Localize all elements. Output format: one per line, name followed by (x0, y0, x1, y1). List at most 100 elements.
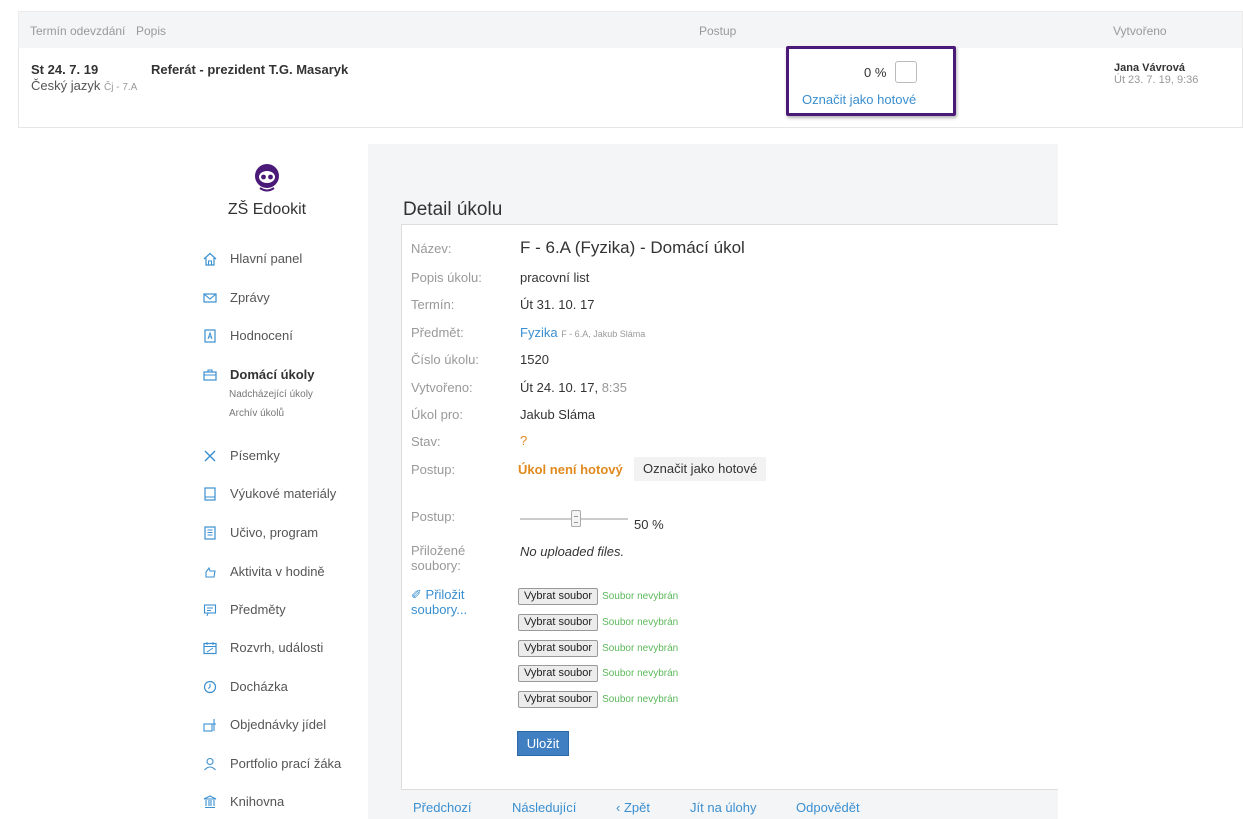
person-icon (204, 757, 216, 770)
label-description: Popis úkolu: (411, 270, 482, 285)
choose-file-button[interactable]: Vybrat soubor (518, 665, 599, 682)
book-icon (204, 486, 216, 501)
task-state: ? (520, 433, 528, 448)
subject-link[interactable]: Fyzika (520, 325, 558, 340)
file-input-row: Vybrat soubor Soubor nevybrán (518, 691, 678, 708)
calendar-icon (203, 641, 217, 654)
progress-highlight-box: 0 % Označit jako hotové (786, 46, 956, 116)
clock-icon (203, 680, 217, 693)
file-status: Soubor nevybrán (602, 668, 679, 679)
label-state: Stav: (411, 434, 441, 449)
home-icon (203, 252, 217, 266)
attach-files-link[interactable]: ✐ Přiložit soubory... (411, 587, 467, 617)
sidebar-item-dashboard[interactable]: Hlavní panel (203, 251, 302, 266)
sidebar-subitem-archive[interactable]: Archív úkolů (229, 408, 284, 419)
pencil-ruler-icon (204, 450, 216, 461)
label-name: Název: (411, 241, 452, 256)
row-task-title[interactable]: Referát - prezident T.G. Masaryk (151, 62, 348, 77)
task-description: pracovní list (520, 270, 590, 285)
document-icon (204, 525, 216, 540)
label-progress: Postup: (411, 462, 456, 477)
file-input-row: Vybrat soubor Soubor nevybrán (518, 665, 678, 682)
label-created: Vytvořeno: (411, 380, 473, 395)
attach-link-line2: soubory... (411, 602, 468, 617)
envelope-icon (203, 292, 217, 303)
choose-file-button[interactable]: Vybrat soubor (518, 588, 599, 605)
created-date: Út 24. 10. 17, (520, 380, 599, 395)
column-header-due: Termín odevzdání (30, 24, 126, 38)
no-files-text: No uploaded files. (520, 544, 625, 559)
subject-meta: F - 6.A, Jakub Sláma (561, 329, 646, 339)
food-icon (203, 718, 216, 732)
sidebar-item-portfolio[interactable]: Portfolio prací žáka (203, 756, 341, 771)
column-header-progress: Postup (699, 24, 737, 38)
owl-logo-icon (255, 164, 279, 192)
previous-link[interactable]: Předchozí (413, 800, 472, 815)
mark-done-button[interactable]: Označit jako hotové (634, 457, 767, 481)
choose-file-button[interactable]: Vybrat soubor (518, 614, 599, 631)
file-input-row: Vybrat soubor Soubor nevybrán (518, 614, 678, 631)
back-link[interactable]: ‹ Zpět (616, 800, 650, 815)
sidebar-item-label: Učivo, program (230, 525, 319, 540)
detail-card (401, 224, 1058, 790)
sidebar-item-messages[interactable]: Zprávy (203, 290, 270, 305)
sidebar-item-label: Předměty (230, 602, 286, 617)
sidebar-item-label: Knihovna (230, 794, 285, 809)
sidebar-item-schedule[interactable]: Rozvrh, události (203, 640, 323, 655)
sidebar-item-label: Zprávy (230, 290, 270, 305)
row-progress-percent: 0 % (864, 65, 887, 80)
task-name: F - 6.A (Fyzika) - Domácí úkol (520, 238, 745, 257)
label-number: Číslo úkolu: (411, 352, 479, 367)
sidebar-item-tests[interactable]: Písemky (203, 448, 280, 463)
table-row[interactable]: St 24. 7. 19 Český jazyk Čj - 7.A Referá… (18, 46, 1243, 128)
paperclip-icon: ✐ (411, 587, 422, 602)
sidebar-item-label: Výukové materiály (230, 486, 337, 501)
briefcase-icon (203, 368, 217, 381)
created-time: 8:35 (601, 380, 627, 395)
next-link[interactable]: Následující (512, 800, 576, 815)
done-checkbox[interactable] (895, 61, 917, 83)
sidebar-item-meals[interactable]: Objednávky jídel (203, 717, 326, 732)
attach-link-line1: Přiložit (425, 587, 465, 602)
sidebar-subitem-upcoming[interactable]: Nadcházející úkoly (229, 389, 313, 400)
file-input-row: Vybrat soubor Soubor nevybrán (518, 588, 678, 605)
school-name: ZŠ Edookit (227, 201, 307, 218)
sidebar-item-attendance[interactable]: Docházka (203, 679, 288, 694)
progress-slider-handle[interactable] (571, 510, 581, 527)
sidebar-item-label: Domácí úkoly (230, 367, 315, 382)
sidebar-item-label: Hodnocení (230, 328, 293, 343)
file-status: Soubor nevybrán (602, 694, 679, 705)
hand-icon (205, 566, 216, 578)
file-status: Soubor nevybrán (602, 591, 679, 602)
reply-link[interactable]: Odpovědět (796, 800, 860, 815)
sidebar-item-library[interactable]: Knihovna (203, 794, 284, 809)
task-deadline: Út 31. 10. 17 (520, 297, 595, 312)
sidebar-item-grades[interactable]: Hodnocení (203, 328, 293, 343)
save-button[interactable]: Uložit (517, 731, 569, 756)
page-title: Detail úkolu (403, 199, 503, 220)
sidebar-item-curriculum[interactable]: Učivo, program (203, 525, 318, 540)
subjects-icon (203, 603, 217, 616)
sidebar-item-label: Aktivita v hodině (230, 564, 325, 579)
row-created: Út 23. 7. 19, 9:36 (1114, 74, 1199, 86)
sidebar-item-activity[interactable]: Aktivita v hodině (203, 564, 325, 579)
choose-file-button[interactable]: Vybrat soubor (518, 691, 599, 708)
row-author: Jana Vávrová (1114, 62, 1185, 74)
task-for: Jakub Sláma (520, 407, 596, 422)
go-to-tasks-link[interactable]: Jít na úlohy (690, 800, 757, 815)
label-attached-line1: Přiložené (411, 543, 466, 558)
sidebar-item-materials[interactable]: Výukové materiály (203, 486, 336, 501)
label-for: Úkol pro: (411, 407, 464, 422)
row-mark-done-link[interactable]: Označit jako hotové (802, 92, 916, 107)
choose-file-button[interactable]: Vybrat soubor (518, 640, 599, 657)
label-subject: Předmět: (411, 325, 464, 340)
column-header-description: Popis (136, 24, 167, 38)
sidebar-item-homework[interactable]: Domácí úkoly (203, 367, 315, 382)
label-attached-line2: soubory: (411, 558, 461, 573)
label-deadline: Termín: (411, 297, 455, 312)
file-input-row: Vybrat soubor Soubor nevybrán (518, 640, 678, 657)
sidebar-item-label: Hlavní panel (230, 251, 303, 266)
sidebar-item-label: Rozvrh, události (230, 640, 324, 655)
sidebar-item-subjects[interactable]: Předměty (203, 602, 286, 617)
column-header-created: Vytvořeno (1113, 24, 1167, 38)
